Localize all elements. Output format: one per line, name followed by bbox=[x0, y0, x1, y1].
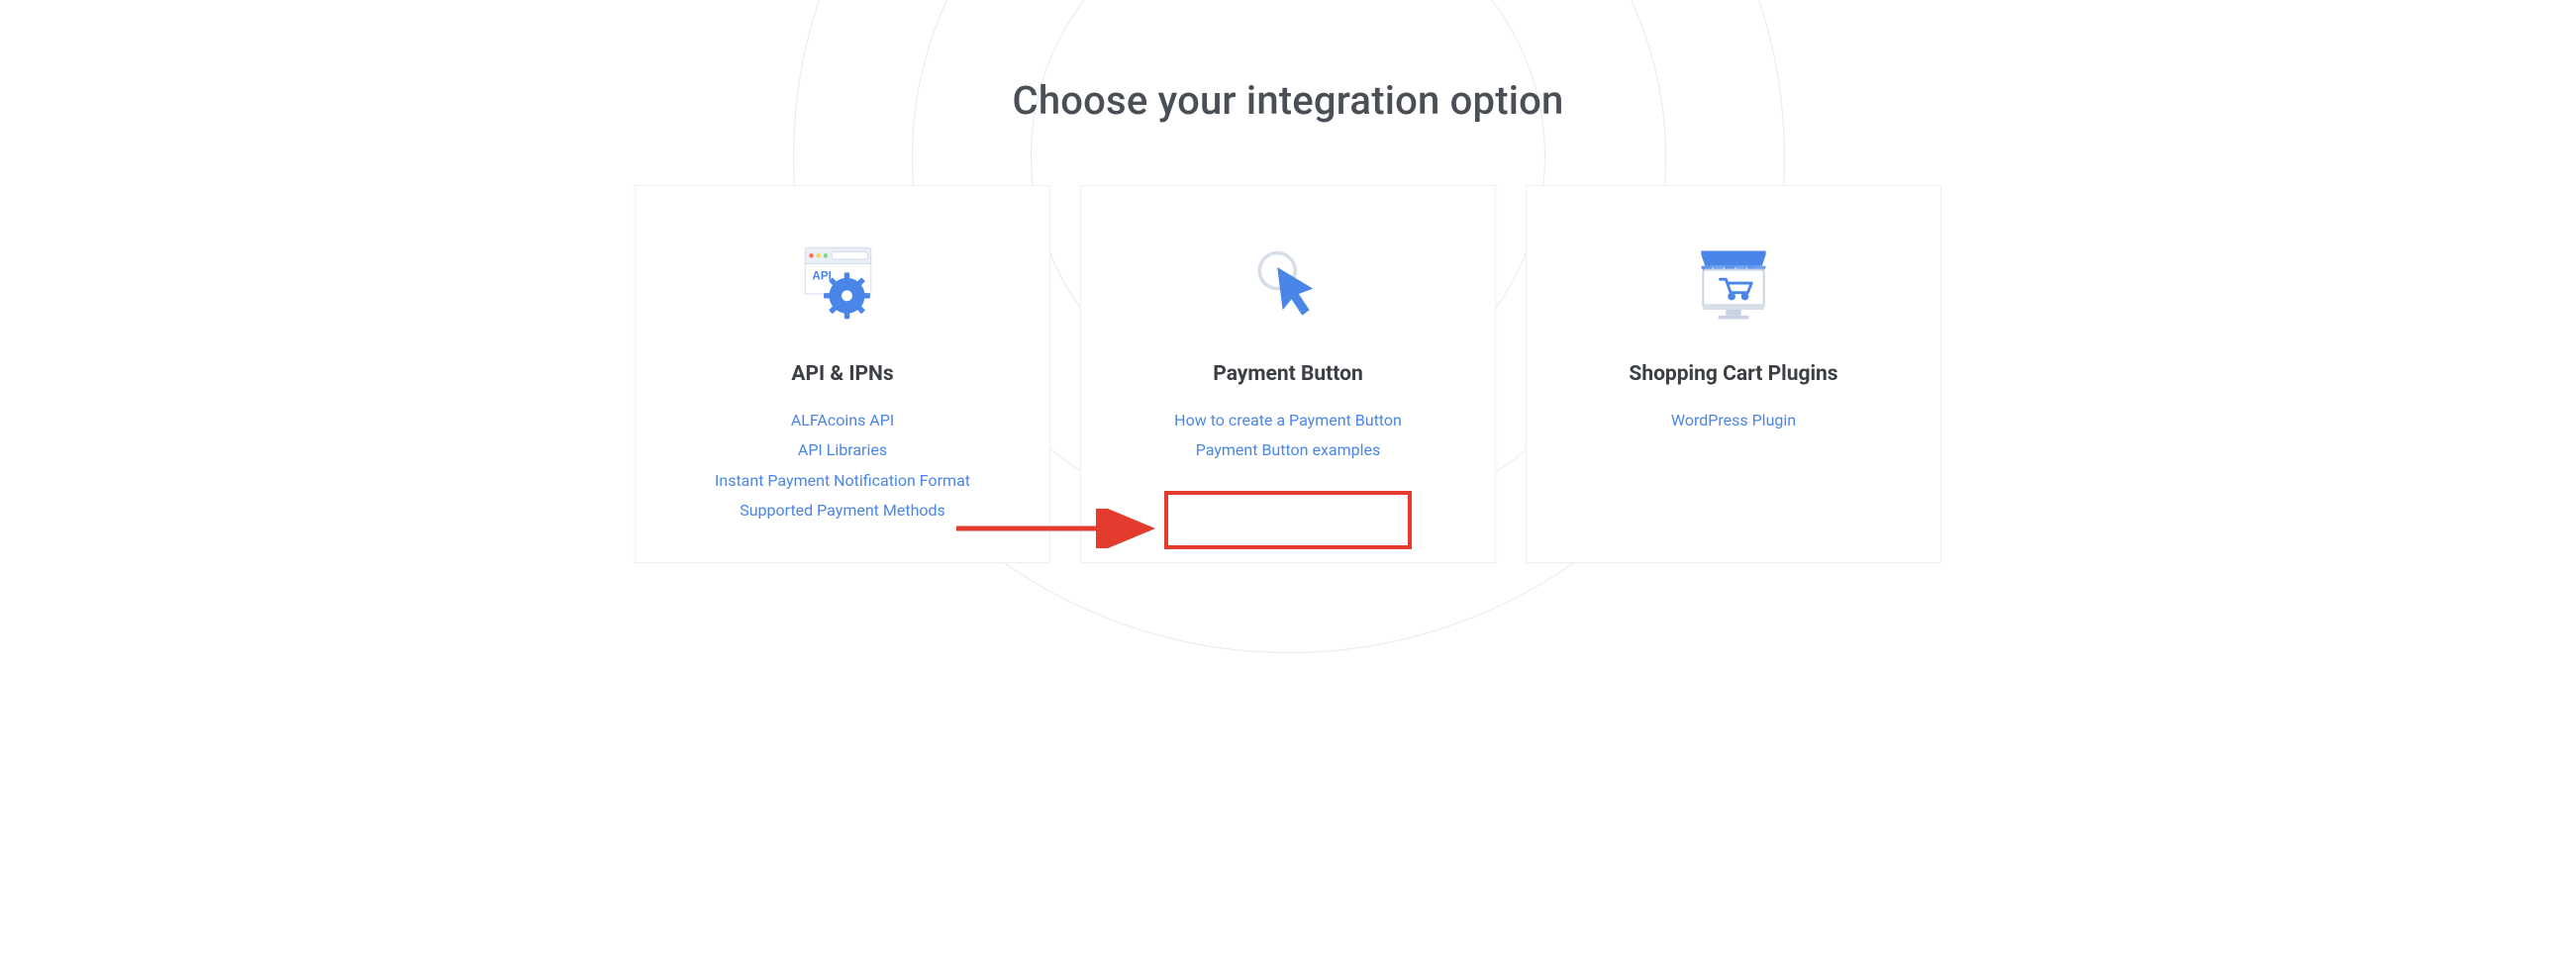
link-supported-payment-methods[interactable]: Supported Payment Methods bbox=[715, 500, 970, 522]
svg-text:API: API bbox=[812, 270, 831, 283]
page-title: Choose your integration option bbox=[545, 77, 2031, 124]
link-alfacoins-api[interactable]: ALFAcoins API bbox=[715, 410, 970, 431]
link-ipn-format[interactable]: Instant Payment Notification Format bbox=[715, 470, 970, 492]
card-links: How to create a Payment Button Payment B… bbox=[1174, 410, 1402, 462]
link-api-libraries[interactable]: API Libraries bbox=[715, 439, 970, 461]
card-title: API & IPNs bbox=[791, 362, 893, 386]
link-wordpress-plugin[interactable]: WordPress Plugin bbox=[1671, 410, 1796, 431]
card-payment-button: Payment Button How to create a Payment B… bbox=[1080, 185, 1496, 563]
card-links: WordPress Plugin bbox=[1671, 410, 1796, 431]
card-title: Shopping Cart Plugins bbox=[1629, 362, 1837, 386]
link-how-to-create-payment-button[interactable]: How to create a Payment Button bbox=[1174, 410, 1402, 431]
api-gear-browser-icon: API bbox=[798, 236, 887, 335]
card-shopping-cart-plugins: Shopping Cart Plugins WordPress Plugin bbox=[1526, 185, 1941, 563]
page-container: Choose your integration option API bbox=[526, 77, 2050, 563]
cursor-click-icon bbox=[1243, 236, 1333, 335]
link-payment-button-examples[interactable]: Payment Button examples bbox=[1174, 439, 1402, 461]
card-title: Payment Button bbox=[1213, 362, 1362, 386]
shop-cart-monitor-icon bbox=[1686, 236, 1781, 335]
cards-row: API bbox=[545, 185, 2031, 563]
card-links: ALFAcoins API API Libraries Instant Paym… bbox=[715, 410, 970, 523]
card-api-ipns: API bbox=[635, 185, 1050, 563]
